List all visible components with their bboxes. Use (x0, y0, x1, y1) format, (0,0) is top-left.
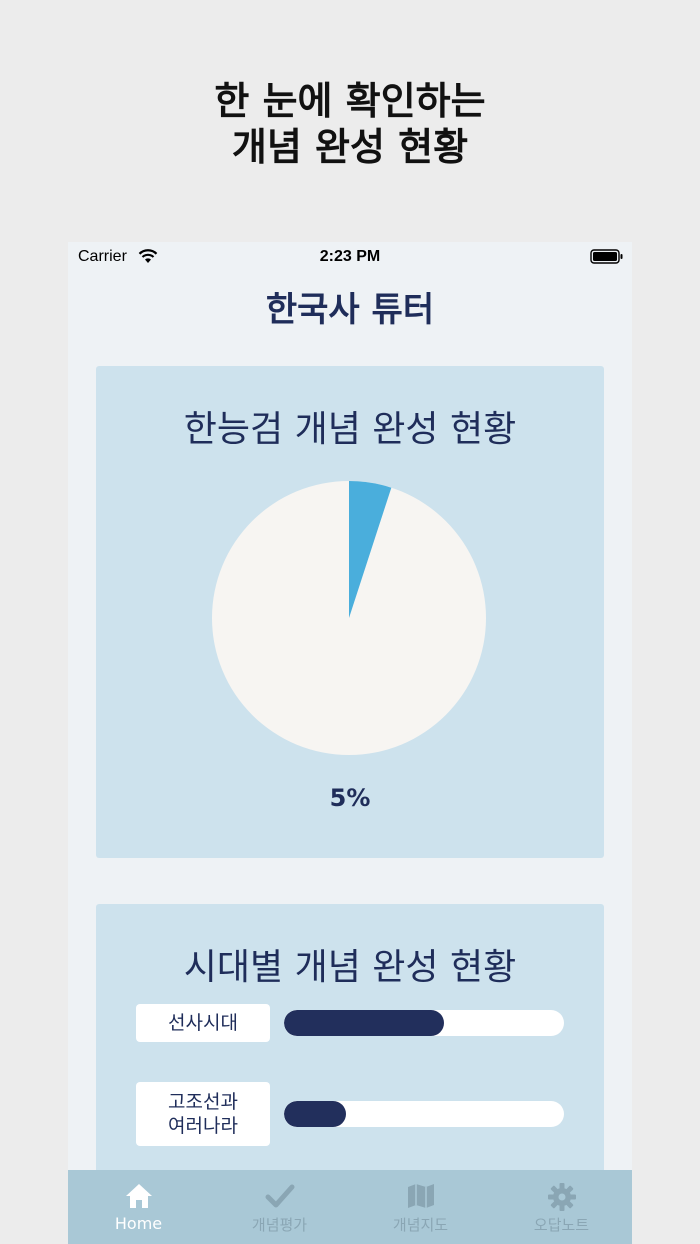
phone-screen: Carrier 2:23 PM 한국사 튜터 한능검 개념 완성 현황 5% 시… (68, 242, 632, 1244)
era-label-line-1: 선사시대 (168, 1012, 238, 1034)
tab-concept-test[interactable]: 개념평가 (209, 1170, 350, 1244)
overall-percent-label: 5% (329, 784, 371, 812)
tab-concept-map[interactable]: 개념지도 (350, 1170, 491, 1244)
battery-icon (590, 249, 623, 264)
era-row-2[interactable]: 고조선과 여러나라 (136, 1082, 566, 1146)
app-title: 한국사 튜터 (265, 290, 435, 330)
checkmark-icon (265, 1184, 294, 1208)
tab-label: Home (114, 1214, 163, 1233)
era-progress-card: 시대별 개념 완성 현황 선사시대 고조선과 여러나라 (96, 904, 604, 1194)
era-progress-fill (284, 1101, 346, 1127)
tab-label: 개념지도 (392, 1216, 449, 1234)
tab-label: 개념평가 (251, 1216, 308, 1234)
era-progress-track (284, 1101, 564, 1127)
era-progress-track (284, 1010, 564, 1036)
era-label-line-2: 여러나라 (168, 1115, 238, 1137)
overall-progress-card: 한능검 개념 완성 현황 5% (96, 366, 604, 858)
era-card-title: 시대별 개념 완성 현황 (183, 947, 517, 988)
tab-label: 오답노트 (533, 1216, 590, 1234)
overall-card-title: 한능검 개념 완성 현황 (183, 409, 517, 450)
tab-wrong-answer-note[interactable]: 오답노트 (491, 1170, 632, 1244)
headline-line-2: 개념 완성 현황 (231, 125, 469, 169)
overall-pie-chart (212, 481, 486, 755)
era-label-line-1: 고조선과 (168, 1091, 238, 1113)
promo-headline: 한 눈에 확인하는 개념 완성 현황 (0, 78, 700, 170)
home-icon (125, 1184, 152, 1208)
map-icon (407, 1184, 434, 1208)
status-bar: Carrier 2:23 PM (68, 242, 632, 272)
gear-icon (547, 1183, 576, 1211)
clock: 2:23 PM (319, 248, 381, 265)
tab-home[interactable]: Home (68, 1170, 209, 1244)
era-row-1[interactable]: 선사시대 (136, 1004, 566, 1068)
tab-bar: Home 개념평가 개념지도 오답노트 (68, 1170, 632, 1244)
headline-line-1: 한 눈에 확인하는 (214, 79, 486, 123)
era-label: 선사시대 (136, 1004, 270, 1042)
era-progress-fill (284, 1010, 444, 1036)
era-label: 고조선과 여러나라 (136, 1082, 270, 1146)
